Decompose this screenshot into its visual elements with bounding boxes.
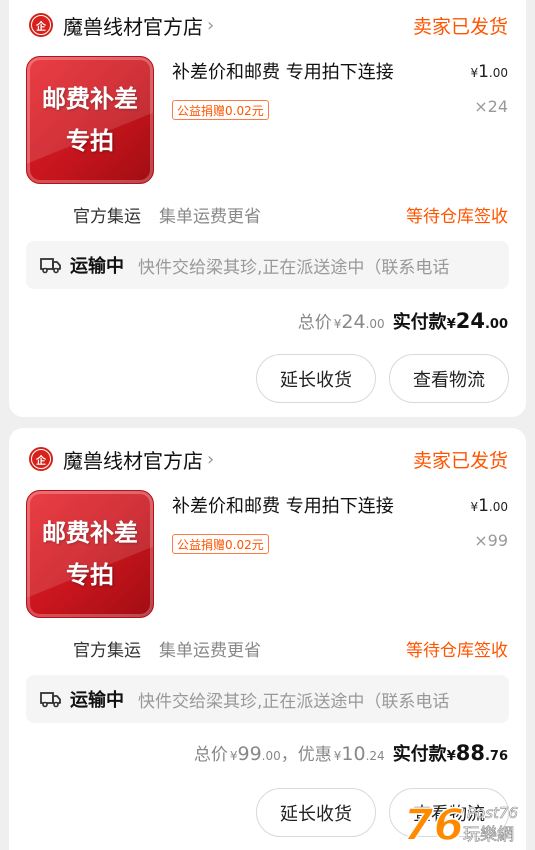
warehouse-status: 等待仓库签收: [406, 207, 508, 227]
total-decimal: .00: [365, 317, 385, 331]
paid-amount: 24: [455, 309, 485, 333]
logistics-detail: 快件交给梁其珍,正在派送途中（联系电话: [138, 257, 450, 278]
paid-amount: 88: [455, 741, 485, 765]
quantity: ×99: [474, 531, 508, 550]
logistics-status: 运输中: [70, 256, 124, 277]
shipping-type: 官方集运: [73, 641, 141, 661]
order-status: 卖家已发货: [412, 15, 508, 38]
paid-currency: ¥: [446, 317, 456, 332]
shop-logo-icon: 企: [27, 11, 55, 39]
total-currency: ¥: [333, 317, 342, 331]
product-title[interactable]: 补差价和邮费 专用拍下连接: [172, 492, 394, 518]
shipping-type: 官方集运: [73, 207, 141, 227]
product-thumbnail[interactable]: 邮费补差 专拍: [26, 56, 154, 184]
chevron-right-icon[interactable]: ›: [207, 449, 214, 470]
paid-decimal: .76: [484, 749, 508, 764]
shipping-row: 官方集运 集单运费更省 等待仓库签收: [73, 202, 508, 227]
extend-receipt-button[interactable]: 延长收货: [256, 354, 376, 403]
paid-currency: ¥: [446, 749, 456, 764]
shop-name[interactable]: 魔兽线材官方店: [63, 11, 203, 40]
shop-header[interactable]: 企 魔兽线材官方店 › 卖家已发货: [27, 442, 508, 476]
shipping-row: 官方集运 集单运费更省 等待仓库签收: [73, 636, 508, 661]
total-currency: ¥: [229, 749, 238, 763]
charity-tag: 公益捐赠0.02元: [172, 534, 269, 554]
warehouse-status: 等待仓库签收: [406, 641, 508, 661]
order-card[interactable]: 企 魔兽线材官方店 › 卖家已发货 邮费补差 专拍 补差价和邮费 专用拍下连接 …: [9, 0, 526, 417]
paid-decimal: .00: [484, 317, 508, 332]
total-label: 总价: [297, 313, 332, 333]
shop-header[interactable]: 企 魔兽线材官方店 › 卖家已发货: [27, 8, 508, 42]
chevron-right-icon[interactable]: ›: [207, 15, 214, 36]
quantity: ×24: [474, 97, 508, 116]
order-card[interactable]: 企 魔兽线材官方店 › 卖家已发货 邮费补差 专拍 补差价和邮费 专用拍下连接 …: [9, 428, 526, 850]
unit-price: ¥1.00: [470, 62, 508, 82]
order-totals: 总价 ¥ 99 .00 ，优惠 ¥ 10 .24 实付款 ¥ 88 .76: [194, 740, 508, 766]
thumb-line-2: 专拍: [66, 561, 114, 589]
thumb-line-1: 邮费补差: [42, 85, 138, 113]
paid-label: 实付款: [392, 744, 447, 765]
thumb-line-2: 专拍: [66, 127, 114, 155]
truck-icon: [40, 258, 61, 274]
product-title[interactable]: 补差价和邮费 专用拍下连接: [172, 58, 394, 84]
shipping-note: 集单运费更省: [159, 207, 261, 227]
logistics-bar[interactable]: 运输中 快件交给梁其珍,正在派送途中（联系电话: [26, 241, 509, 289]
charity-tag: 公益捐赠0.02元: [172, 100, 269, 120]
total-amount: 99: [237, 743, 262, 765]
paid-label: 实付款: [392, 312, 447, 333]
discount-amount: 10: [341, 743, 366, 765]
logistics-status: 运输中: [70, 690, 124, 711]
shop-logo-icon: 企: [27, 445, 55, 473]
discount-label: ，优惠: [280, 745, 332, 765]
unit-price: ¥1.00: [470, 496, 508, 516]
thumb-line-1: 邮费补差: [42, 519, 138, 547]
svg-text:76: 76: [403, 800, 464, 846]
shipping-note: 集单运费更省: [159, 641, 261, 661]
shop-name[interactable]: 魔兽线材官方店: [63, 445, 203, 474]
order-status: 卖家已发货: [412, 449, 508, 472]
total-label: 总价: [193, 745, 228, 765]
extend-receipt-button[interactable]: 延长收货: [256, 788, 376, 837]
logistics-detail: 快件交给梁其珍,正在派送途中（联系电话: [138, 691, 450, 712]
svg-text:Post76: Post76: [467, 804, 518, 822]
view-logistics-button[interactable]: 查看物流: [389, 354, 509, 403]
total-amount: 24: [341, 311, 366, 333]
product-thumbnail[interactable]: 邮费补差 专拍: [26, 490, 154, 618]
logistics-bar[interactable]: 运输中 快件交给梁其珍,正在派送途中（联系电话: [26, 675, 509, 723]
order-totals: 总价 ¥ 24 .00 实付款 ¥ 24 .00: [298, 308, 508, 334]
discount-decimal: .24: [365, 749, 385, 763]
svg-text:玩樂網: 玩樂網: [463, 825, 514, 845]
truck-icon: [40, 692, 61, 708]
total-decimal: .00: [261, 749, 281, 763]
post76-watermark-logo: 76 Post76 玩樂網: [402, 799, 518, 846]
discount-currency: ¥: [333, 749, 342, 763]
